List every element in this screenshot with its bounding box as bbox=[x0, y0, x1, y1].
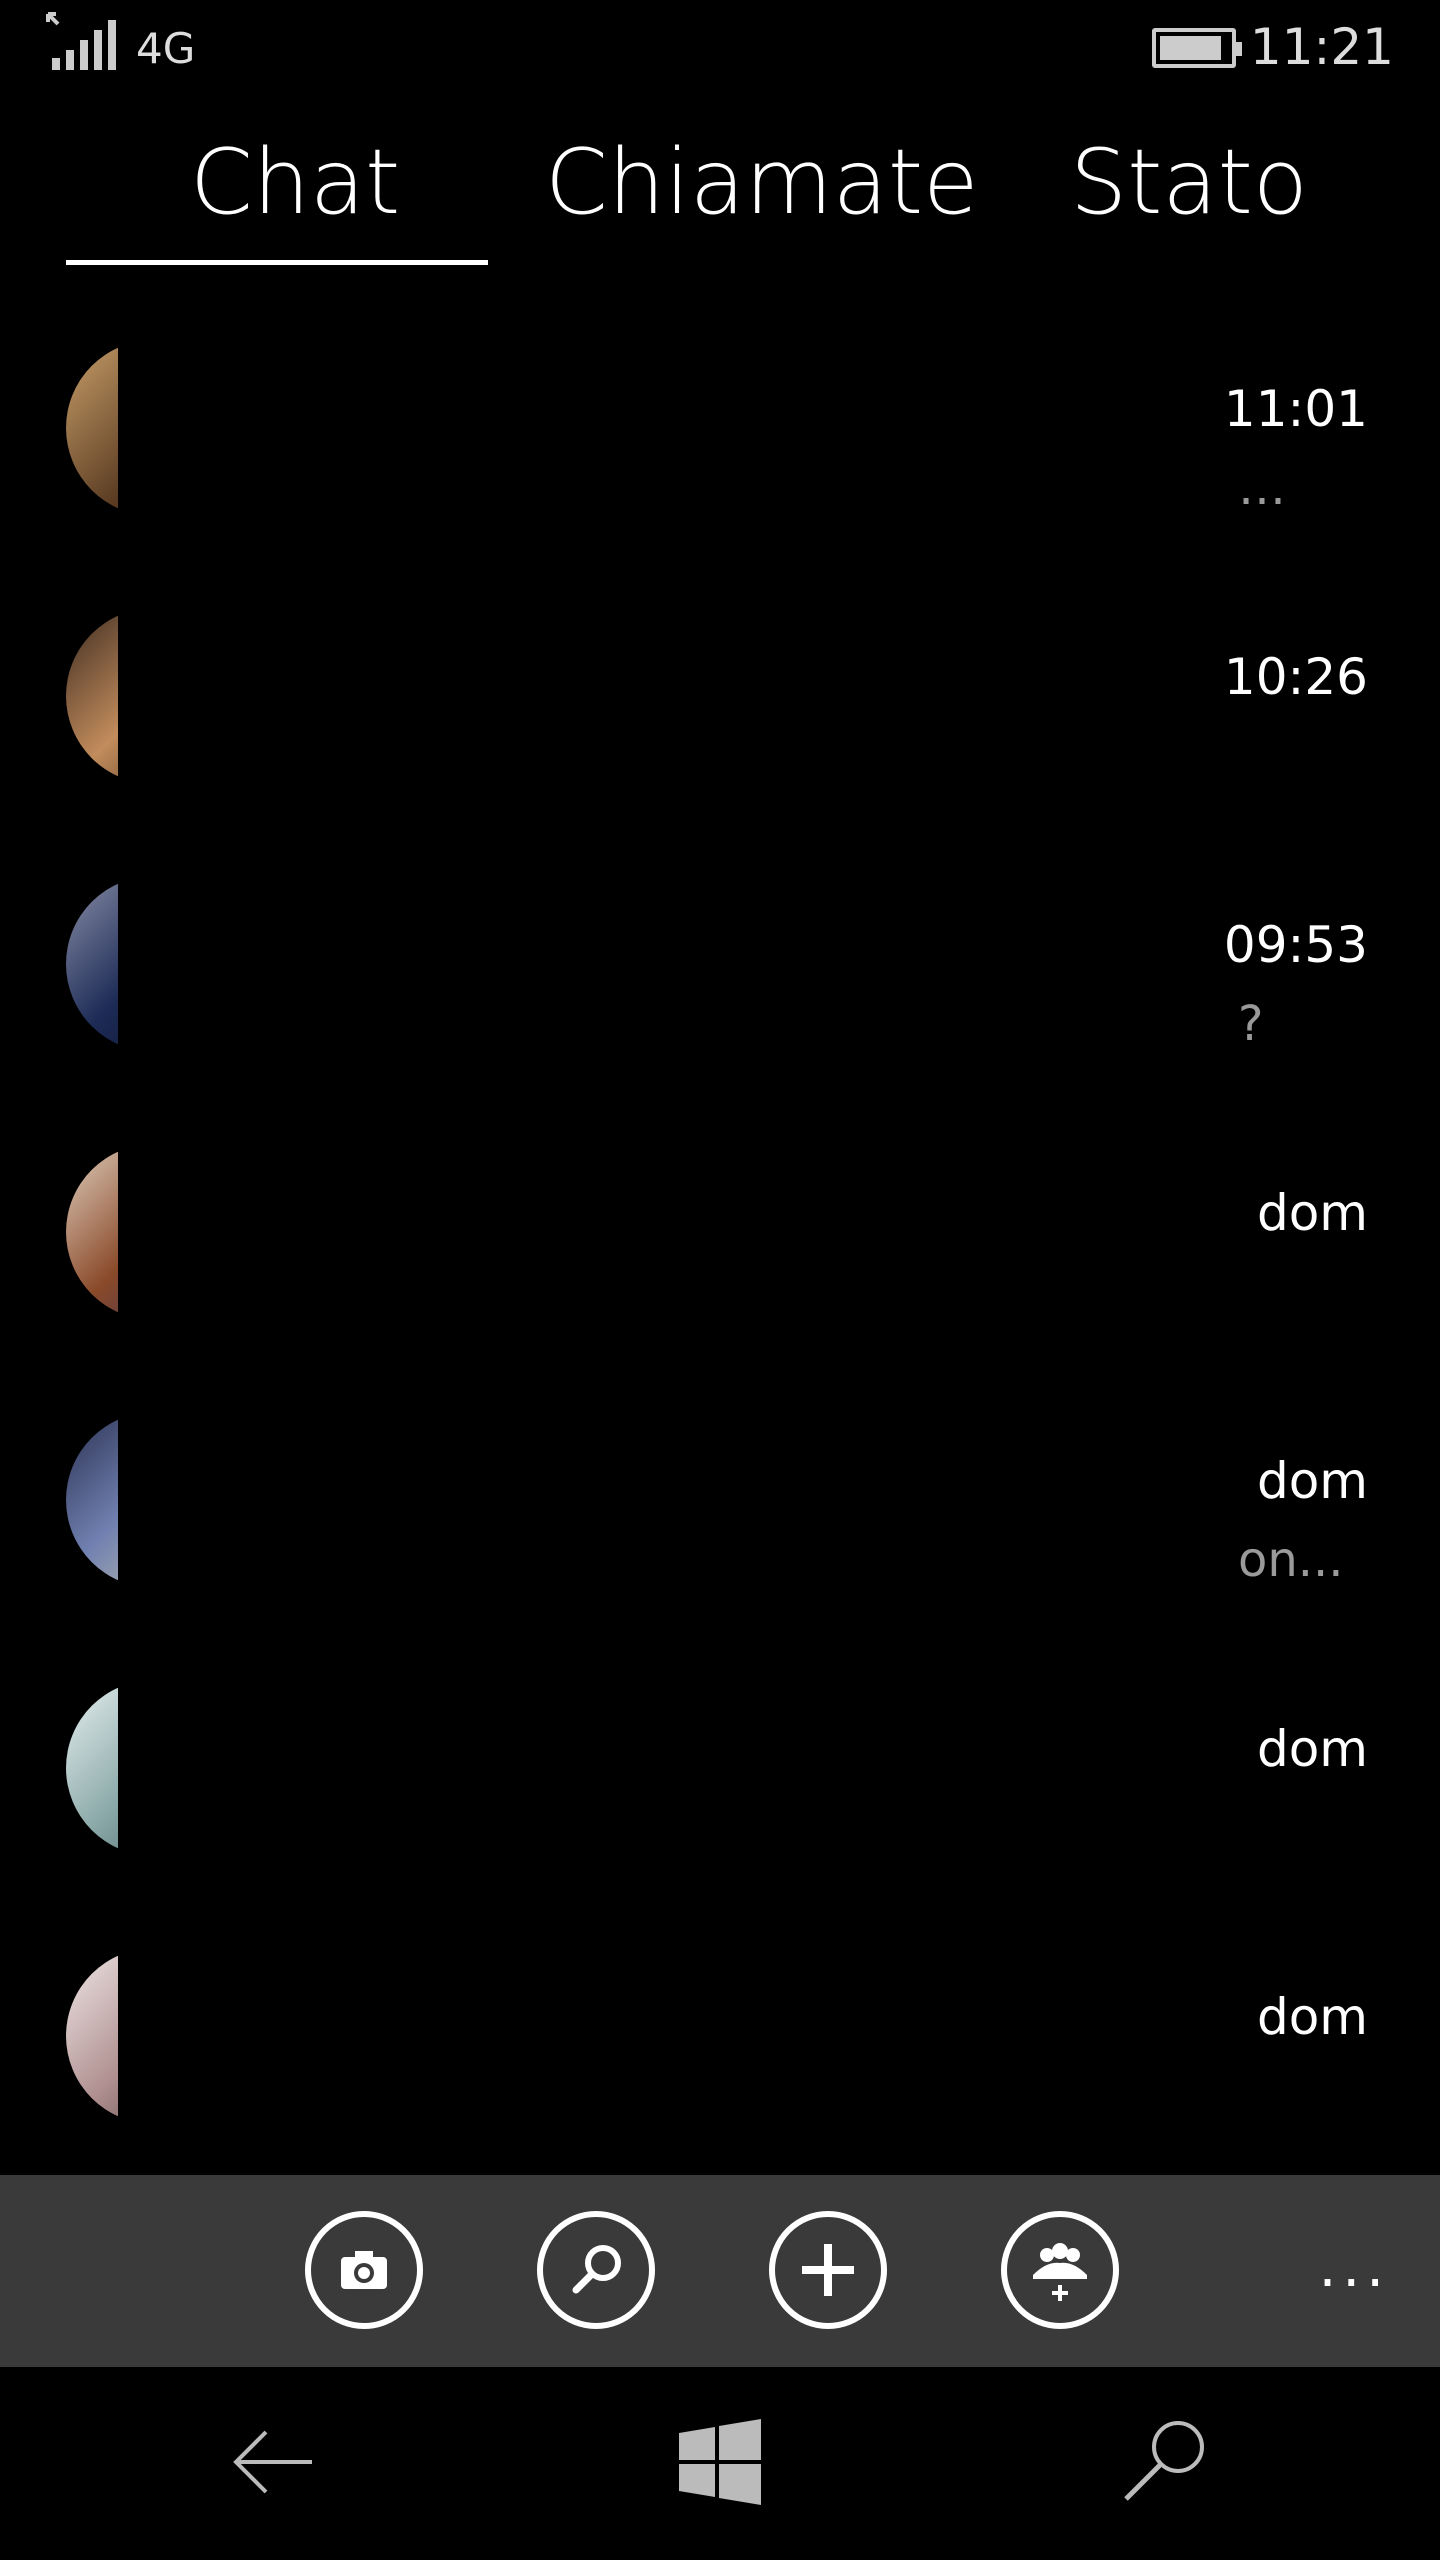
app-bar: ... bbox=[0, 2175, 1440, 2367]
chat-list-item[interactable]: 10:26 bbox=[0, 568, 1440, 836]
search-nav-button[interactable] bbox=[1112, 2407, 1222, 2517]
chat-list-item[interactable]: dom bbox=[0, 1908, 1440, 2176]
search-icon bbox=[572, 2245, 621, 2294]
chat-time: 09:53 bbox=[1223, 916, 1368, 974]
navigation-bar bbox=[0, 2367, 1440, 2560]
chat-time: dom bbox=[1256, 1720, 1368, 1778]
chat-list-item[interactable]: dom on... bbox=[0, 1372, 1440, 1640]
new-group-button[interactable] bbox=[1001, 2211, 1119, 2329]
redacted-area bbox=[118, 1640, 1228, 1908]
chat-time: dom bbox=[1256, 1184, 1368, 1242]
redacted-area bbox=[118, 1908, 1228, 2176]
windows-logo-icon bbox=[679, 2419, 761, 2505]
tab-stato[interactable]: Stato bbox=[1070, 130, 1308, 235]
start-button[interactable] bbox=[665, 2407, 775, 2517]
camera-icon bbox=[341, 2251, 387, 2289]
chat-preview: ? bbox=[1238, 996, 1264, 1052]
clock: 11:21 bbox=[1249, 18, 1394, 76]
chat-time: 10:26 bbox=[1223, 648, 1368, 706]
chat-list-item[interactable]: dom bbox=[0, 1104, 1440, 1372]
group-add-icon bbox=[1033, 2243, 1087, 2301]
back-arrow-icon bbox=[233, 2430, 312, 2494]
network-type: 4G bbox=[136, 24, 196, 73]
tab-chiamate[interactable]: Chiamate bbox=[545, 130, 979, 235]
camera-button[interactable] bbox=[305, 2211, 423, 2329]
chat-preview: on... bbox=[1238, 1532, 1344, 1588]
chat-list-item[interactable]: 11:01 … bbox=[0, 300, 1440, 568]
search-button[interactable] bbox=[537, 2211, 655, 2329]
signal-bars-icon bbox=[46, 12, 116, 70]
pivot-tabs: Chat Chiamate Stato bbox=[0, 120, 1440, 270]
back-button[interactable] bbox=[218, 2407, 328, 2517]
status-bar: 4G 11:21 bbox=[0, 0, 1440, 100]
chat-list-item[interactable]: dom bbox=[0, 1640, 1440, 1908]
search-icon bbox=[1124, 2421, 1204, 2501]
chat-time: 11:01 bbox=[1223, 380, 1368, 438]
redacted-area bbox=[118, 300, 1228, 568]
chat-time: dom bbox=[1256, 1452, 1368, 1510]
tab-selected-indicator bbox=[66, 260, 488, 265]
redacted-area bbox=[118, 1104, 1228, 1372]
redacted-area bbox=[118, 1372, 1228, 1640]
redacted-area bbox=[118, 836, 1228, 1104]
chat-preview: … bbox=[1238, 460, 1286, 516]
more-options-button[interactable]: ... bbox=[1319, 2235, 1390, 2300]
tab-chat[interactable]: Chat bbox=[190, 130, 400, 235]
redacted-area bbox=[118, 568, 1228, 836]
battery-icon bbox=[1152, 28, 1242, 68]
new-chat-button[interactable] bbox=[769, 2211, 887, 2329]
plus-icon bbox=[802, 2244, 854, 2296]
chat-time: dom bbox=[1256, 1988, 1368, 2046]
chat-list-item[interactable]: 09:53 ? bbox=[0, 836, 1440, 1104]
